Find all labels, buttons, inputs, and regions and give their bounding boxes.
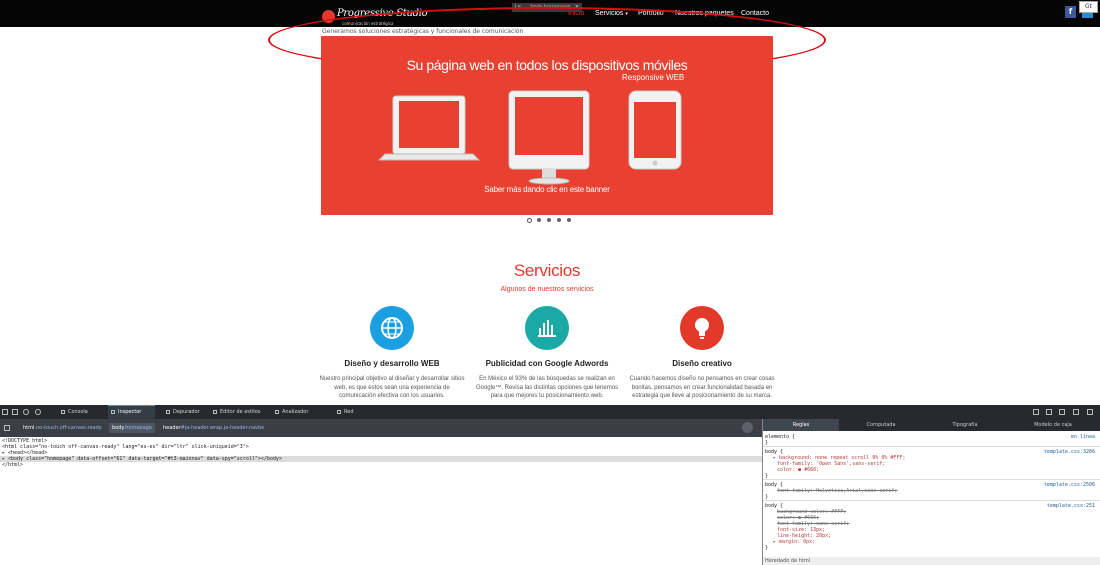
devtools-panel: Consola Inspector Depurador Editor de es… xyxy=(0,405,1100,565)
tab-consola[interactable]: Consola xyxy=(58,405,100,419)
slider-dot[interactable] xyxy=(547,218,551,222)
tab-editor-estilos[interactable]: Editor de estilos xyxy=(210,405,268,419)
tab-analizador[interactable]: Analizador xyxy=(272,405,318,419)
services-subtitle: Algunos de nuestros servicios xyxy=(500,286,594,293)
services-title: Servicios xyxy=(513,261,581,280)
crumb-class: .homepage xyxy=(123,425,152,431)
rule-source[interactable]: template.css:251 xyxy=(1047,503,1095,509)
rule-divider xyxy=(763,479,1100,480)
crumb-tag: body xyxy=(112,425,124,431)
slider-dot[interactable] xyxy=(567,218,571,222)
laptop-icon xyxy=(377,95,481,161)
close-devtools-icon[interactable] xyxy=(1087,409,1093,415)
rule-line[interactable]: color: ● #666; xyxy=(777,467,819,473)
phone-icon xyxy=(628,90,682,170)
slider-dot[interactable] xyxy=(527,217,532,223)
network-icon xyxy=(337,410,341,414)
facebook-icon[interactable]: f xyxy=(1065,6,1076,18)
tab-label: Red xyxy=(344,409,354,415)
crumb-class: #ja-header.wrap.ja-header.navbe xyxy=(180,425,265,431)
tab-label: Analizador xyxy=(282,409,309,415)
style-editor-icon xyxy=(213,410,217,414)
tab-depurador[interactable]: Depurador xyxy=(163,405,211,419)
markup-line-selected[interactable]: ▸ <body class="homepage" data-offset="61… xyxy=(0,456,762,463)
service-title[interactable]: Diseño creativo xyxy=(627,359,777,368)
bar-chart-icon[interactable] xyxy=(525,306,569,350)
markup-view[interactable]: <!DOCTYPE html> <html class="no-touch of… xyxy=(0,437,762,565)
tab-inspector[interactable]: Inspector xyxy=(108,405,155,419)
flask-icon[interactable] xyxy=(1046,409,1052,415)
rule-divider xyxy=(763,446,1100,447)
banner-cta[interactable]: Saber más dando clic en este banner xyxy=(321,185,773,194)
search-icon[interactable] xyxy=(742,422,753,433)
tab-label: Editor de estilos xyxy=(220,409,261,415)
lightbulb-icon[interactable] xyxy=(680,306,724,350)
rule-source[interactable]: template.css:3266 xyxy=(1044,449,1095,455)
responsive-icon[interactable] xyxy=(23,409,29,415)
gear-icon[interactable] xyxy=(35,409,41,415)
tab-modelo-caja[interactable]: Modelo de caja xyxy=(1013,419,1093,431)
tab-label: Consola xyxy=(68,409,88,415)
service-text: En México el 93% de las búsquedas se rea… xyxy=(475,376,619,399)
tab-computada[interactable]: Computada xyxy=(843,419,919,431)
debugger-icon xyxy=(166,410,170,414)
console-icon xyxy=(61,410,65,414)
service-title[interactable]: Diseño y desarrollo WEB xyxy=(317,359,467,368)
service-text: Cuando hacemos diseño no pensamos en cre… xyxy=(629,376,775,399)
breadcrumb-item[interactable]: body.homepage xyxy=(109,423,155,433)
rule-source[interactable]: template.css:2506 xyxy=(1044,482,1095,488)
browser-page: Progressive Studio comunicación estratég… xyxy=(0,0,1100,565)
crumb-class: .no-touch.off-canvas-ready xyxy=(34,425,102,431)
tab-reglas[interactable]: Reglas xyxy=(763,419,839,431)
rules-tabs: Reglas Computada Tipografía Modelo de ca… xyxy=(763,419,1100,431)
slider-dot[interactable] xyxy=(537,218,541,222)
monitor-icon xyxy=(508,90,590,185)
crumb-tag: html xyxy=(23,425,35,431)
rule-divider xyxy=(763,500,1100,501)
dock-icon[interactable] xyxy=(1033,409,1039,415)
rule-selector[interactable]: elemento { xyxy=(765,434,795,440)
service-title[interactable]: Publicidad con Google Adwords xyxy=(472,359,622,368)
rules-list[interactable]: elemento { en línea } body { template.cs… xyxy=(763,433,1100,565)
tab-red[interactable]: Red xyxy=(334,405,364,419)
split-console-icon[interactable] xyxy=(12,409,18,415)
rule-line: } xyxy=(765,545,769,551)
pick-element-icon[interactable] xyxy=(2,409,8,415)
crumb-tag: header xyxy=(163,425,181,431)
inspector-icon xyxy=(111,410,115,414)
node-picker-icon[interactable] xyxy=(4,425,10,431)
tab-tipografia[interactable]: Tipografía xyxy=(927,419,1003,431)
markup-line[interactable]: </html> xyxy=(2,462,23,468)
rule-line-overridden[interactable]: font-family: Helvetica,Arial,sans-serif; xyxy=(777,488,897,494)
tab-label: Inspector xyxy=(118,409,142,415)
undock-icon[interactable] xyxy=(1073,409,1079,415)
profiler-icon xyxy=(275,410,279,414)
hero-banner[interactable]: Su página web en todos los dispositivos … xyxy=(321,36,773,215)
slider-dot[interactable] xyxy=(557,218,561,222)
window-icon[interactable] xyxy=(1059,409,1065,415)
rule-line[interactable]: ▸ margin: 0px; xyxy=(773,539,815,545)
breadcrumb-item[interactable]: html.no-touch.off-canvas-ready xyxy=(20,423,105,433)
rules-sidebar: Reglas Computada Tipografía Modelo de ca… xyxy=(762,419,1100,565)
service-text: Nuestro principal objetivo al diseñar y … xyxy=(319,376,465,399)
breadcrumb-item[interactable]: header#ja-header.wrap.ja-header.navbe xyxy=(160,423,267,433)
breadcrumb: html.no-touch.off-canvas-ready body.home… xyxy=(0,419,762,437)
gt-badge[interactable]: Gt xyxy=(1079,1,1098,13)
inherited-header: Heredado de html xyxy=(763,557,1100,565)
tab-label: Depurador xyxy=(173,409,200,415)
devtools-toolbar: Consola Inspector Depurador Editor de es… xyxy=(0,405,1100,419)
globe-icon[interactable] xyxy=(370,306,414,350)
rule-source[interactable]: en línea xyxy=(1071,434,1095,440)
